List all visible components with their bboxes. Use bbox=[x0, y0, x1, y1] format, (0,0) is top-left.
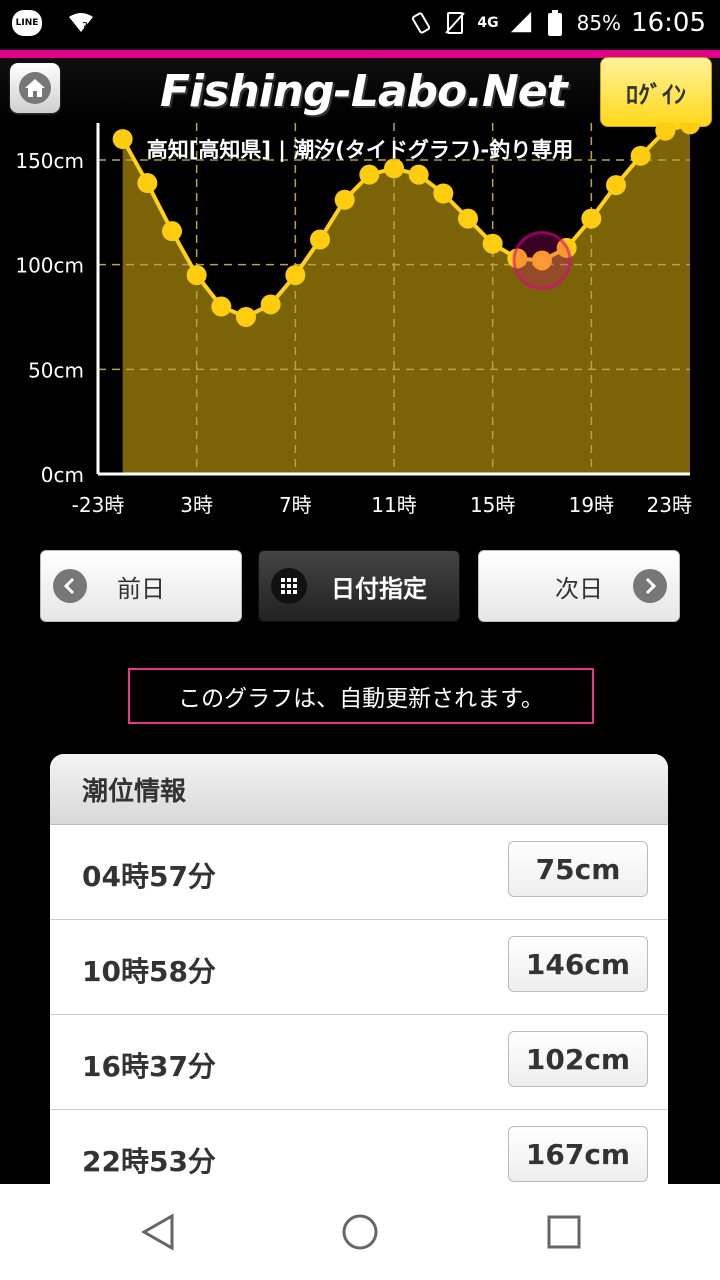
system-navigation-bar bbox=[0, 1184, 720, 1280]
tide-level-badge: 146cm bbox=[508, 936, 648, 992]
x-tick-label: 19時 bbox=[569, 493, 614, 517]
x-tick-label: 23時 bbox=[647, 493, 692, 517]
home-icon bbox=[19, 72, 51, 104]
home-button[interactable] bbox=[10, 63, 60, 113]
network-label: 4G bbox=[477, 15, 499, 31]
x-tick-label: -23時 bbox=[72, 493, 125, 517]
tide-point bbox=[285, 265, 306, 286]
tide-time: 04時57分 bbox=[82, 860, 216, 893]
svg-text:?: ? bbox=[82, 20, 88, 33]
no-sim-icon bbox=[443, 11, 467, 35]
line-app-icon: LINE bbox=[12, 10, 42, 36]
tide-level-badge: 102cm bbox=[508, 1031, 648, 1087]
site-logo[interactable]: Fishing-Labo.Net bbox=[160, 66, 568, 117]
tide-point bbox=[334, 189, 355, 210]
tide-row: 10時58分 146cm bbox=[50, 920, 668, 1015]
next-day-button[interactable]: 次日 bbox=[478, 550, 680, 622]
next-day-label: 次日 bbox=[555, 574, 603, 603]
tide-time: 10時58分 bbox=[82, 955, 216, 988]
date-select-button[interactable]: 日付指定 bbox=[258, 550, 460, 622]
tide-point bbox=[310, 229, 330, 250]
battery-percent: 85% bbox=[576, 11, 622, 35]
tide-point bbox=[186, 265, 207, 286]
chevron-left-icon bbox=[53, 569, 87, 603]
tide-point bbox=[162, 221, 182, 242]
tide-point bbox=[260, 294, 281, 315]
prev-day-button[interactable]: 前日 bbox=[40, 550, 242, 622]
battery-icon bbox=[543, 10, 567, 36]
calendar-grid-icon bbox=[271, 568, 307, 604]
tide-point bbox=[482, 233, 503, 254]
signal-icon bbox=[509, 11, 533, 35]
auto-update-notice: このグラフは、自動更新されます。 bbox=[128, 668, 594, 724]
chart-title: 高知[高知県] | 潮汐(タイドグラフ)-釣り専用 bbox=[146, 138, 574, 162]
tide-time: 16時37分 bbox=[82, 1050, 216, 1083]
current-time-dot bbox=[536, 254, 548, 267]
tide-time: 22時53分 bbox=[82, 1145, 216, 1178]
tide-point bbox=[359, 164, 380, 185]
wifi-icon: ? bbox=[68, 12, 94, 34]
chevron-right-icon bbox=[633, 569, 667, 603]
tide-point bbox=[408, 164, 429, 185]
tide-point bbox=[581, 208, 602, 229]
tide-row: 04時57分 75cm bbox=[50, 825, 668, 920]
tide-point bbox=[606, 175, 626, 196]
tide-point bbox=[433, 183, 454, 204]
status-bar: LINE ? 4G 85% 16:05 bbox=[0, 0, 720, 48]
clock: 16:05 bbox=[631, 8, 706, 38]
tide-point bbox=[236, 307, 256, 327]
x-tick-label: 11時 bbox=[371, 493, 416, 517]
back-icon[interactable] bbox=[138, 1212, 178, 1252]
tide-info-panel: 潮位情報 04時57分 75cm 10時58分 146cm 16時37分 102… bbox=[50, 754, 668, 1194]
tide-row: 16時37分 102cm bbox=[50, 1015, 668, 1110]
vibrate-icon bbox=[409, 11, 433, 35]
recents-icon[interactable] bbox=[546, 1214, 582, 1250]
x-tick-label: 3時 bbox=[180, 493, 213, 517]
y-tick-label: 50cm bbox=[28, 358, 84, 382]
tide-row: 22時53分 167cm bbox=[50, 1110, 668, 1194]
tide-area bbox=[122, 124, 690, 474]
x-tick-label: 15時 bbox=[470, 493, 515, 517]
tide-level-badge: 75cm bbox=[508, 841, 648, 897]
tide-point bbox=[211, 296, 232, 317]
line-icon-label: LINE bbox=[15, 18, 39, 28]
tide-level-badge: 167cm bbox=[508, 1126, 648, 1182]
date-select-label: 日付指定 bbox=[331, 574, 427, 603]
y-tick-label: 0cm bbox=[41, 463, 84, 487]
tide-point bbox=[458, 208, 478, 229]
tide-info-title: 潮位情報 bbox=[50, 754, 668, 825]
x-tick-label: 7時 bbox=[279, 493, 312, 517]
tide-chart: 150cm100cm50cm0cm-23時 3時 7時 11時 15時 19時 23時 bbox=[15, 123, 700, 517]
tide-point bbox=[137, 173, 158, 194]
login-button[interactable]: ﾛｸﾞｲﾝ bbox=[600, 57, 712, 127]
y-tick-label: 100cm bbox=[15, 254, 84, 278]
prev-day-label: 前日 bbox=[117, 574, 165, 603]
home-nav-icon[interactable] bbox=[340, 1212, 380, 1252]
